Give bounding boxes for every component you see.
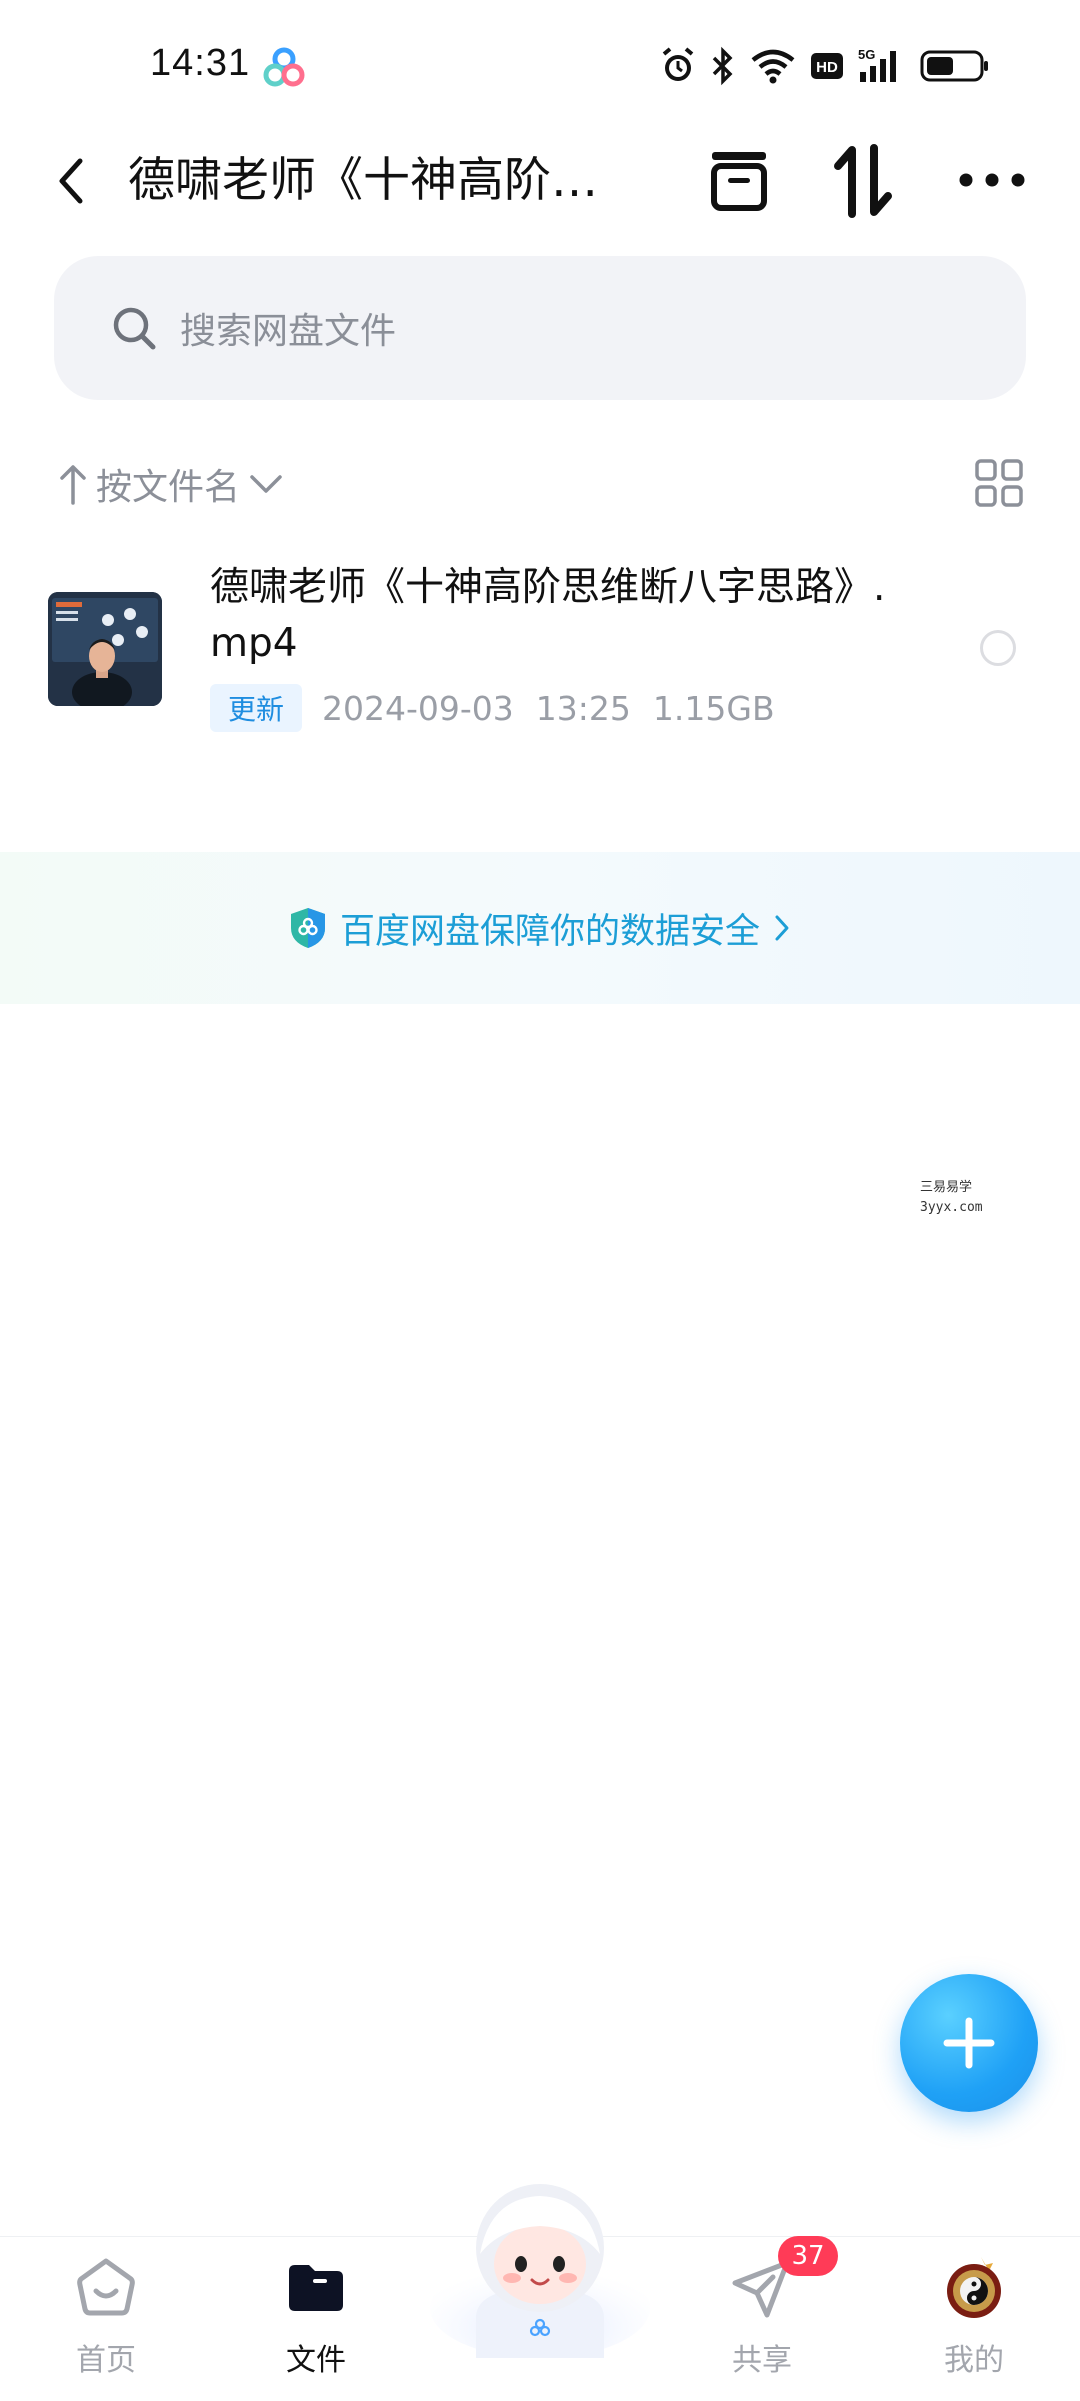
plus-icon bbox=[943, 2017, 995, 2069]
list-item[interactable]: 德啸老师《十神高阶思维断八字思路》.mp4 更新 2024-09-03 13:2… bbox=[0, 560, 1080, 760]
nav-item-mine[interactable]: 我的 bbox=[894, 2255, 1054, 2379]
arrow-up-icon bbox=[60, 465, 86, 505]
page-title: 德啸老师《十神高阶… bbox=[128, 153, 598, 208]
share-count-badge: 37 bbox=[778, 2236, 838, 2276]
back-button[interactable] bbox=[44, 146, 98, 216]
5g-signal-icon: 5G bbox=[858, 46, 906, 86]
security-banner[interactable]: 百度网盘保障你的数据安全 bbox=[0, 852, 1080, 1004]
watermark-line2: 3yyx.com bbox=[920, 1200, 983, 1215]
search-placeholder: 搜索网盘文件 bbox=[180, 311, 397, 352]
hd-icon: HD bbox=[810, 51, 844, 81]
nav-label-mine: 我的 bbox=[944, 2343, 1004, 2378]
video-thumbnail bbox=[48, 592, 162, 706]
nav-label-home: 首页 bbox=[76, 2343, 136, 2378]
status-icons: HD 5G bbox=[660, 44, 990, 88]
more-icon bbox=[959, 173, 1025, 187]
update-badge: 更新 bbox=[210, 684, 303, 732]
nav-item-files[interactable]: 文件 bbox=[236, 2255, 396, 2379]
chevron-down-icon bbox=[250, 475, 282, 493]
watermark-line1: 三易易学 bbox=[920, 1180, 973, 1195]
watermark: 三易易学 3yyx.com bbox=[920, 1178, 1010, 1218]
chevron-right-icon bbox=[775, 915, 789, 941]
search-input[interactable]: 搜索网盘文件 bbox=[54, 256, 1026, 400]
file-select-checkbox[interactable] bbox=[980, 630, 1016, 666]
bluetooth-icon bbox=[710, 46, 736, 86]
sort-by-name-dropdown[interactable]: 按文件名 bbox=[58, 454, 284, 514]
shield-icon bbox=[290, 908, 325, 948]
home-icon bbox=[77, 2258, 135, 2316]
box-icon bbox=[711, 152, 767, 211]
file-size: 1.15GB bbox=[652, 688, 775, 728]
box-button[interactable] bbox=[706, 148, 772, 214]
avatar bbox=[947, 2257, 1001, 2318]
network-label: 5G bbox=[858, 47, 875, 62]
folder-icon bbox=[289, 2265, 343, 2311]
grid-view-icon bbox=[975, 459, 1023, 507]
wifi-icon bbox=[750, 46, 796, 86]
file-time: 13:25 bbox=[535, 688, 631, 728]
file-name: 德啸老师《十神高阶思维断八字思路》.mp4 bbox=[210, 565, 886, 666]
file-date: 2024-09-03 bbox=[322, 688, 514, 728]
search-icon bbox=[113, 307, 156, 350]
baidu-netdisk-logo-icon bbox=[262, 46, 306, 90]
file-meta: 更新 2024-09-03 13:25 1.15GB bbox=[210, 684, 775, 732]
hd-label: HD bbox=[816, 59, 838, 76]
mascot-assistant-button[interactable] bbox=[420, 2168, 660, 2358]
alarm-icon bbox=[660, 46, 696, 86]
grid-view-button[interactable] bbox=[974, 458, 1024, 508]
more-button[interactable] bbox=[954, 156, 1030, 204]
add-button[interactable] bbox=[900, 1974, 1038, 2112]
nav-label-files: 文件 bbox=[286, 2343, 346, 2378]
nav-item-home[interactable]: 首页 bbox=[26, 2255, 186, 2379]
sort-icon bbox=[834, 144, 892, 218]
sort-button[interactable] bbox=[830, 142, 896, 220]
back-icon bbox=[59, 158, 83, 204]
battery-icon bbox=[920, 48, 990, 84]
sort-label: 按文件名 bbox=[96, 467, 241, 508]
status-time: 14:31 bbox=[150, 42, 251, 84]
security-text: 百度网盘保障你的数据安全 bbox=[339, 911, 760, 952]
nav-label-share: 共享 bbox=[732, 2343, 792, 2378]
